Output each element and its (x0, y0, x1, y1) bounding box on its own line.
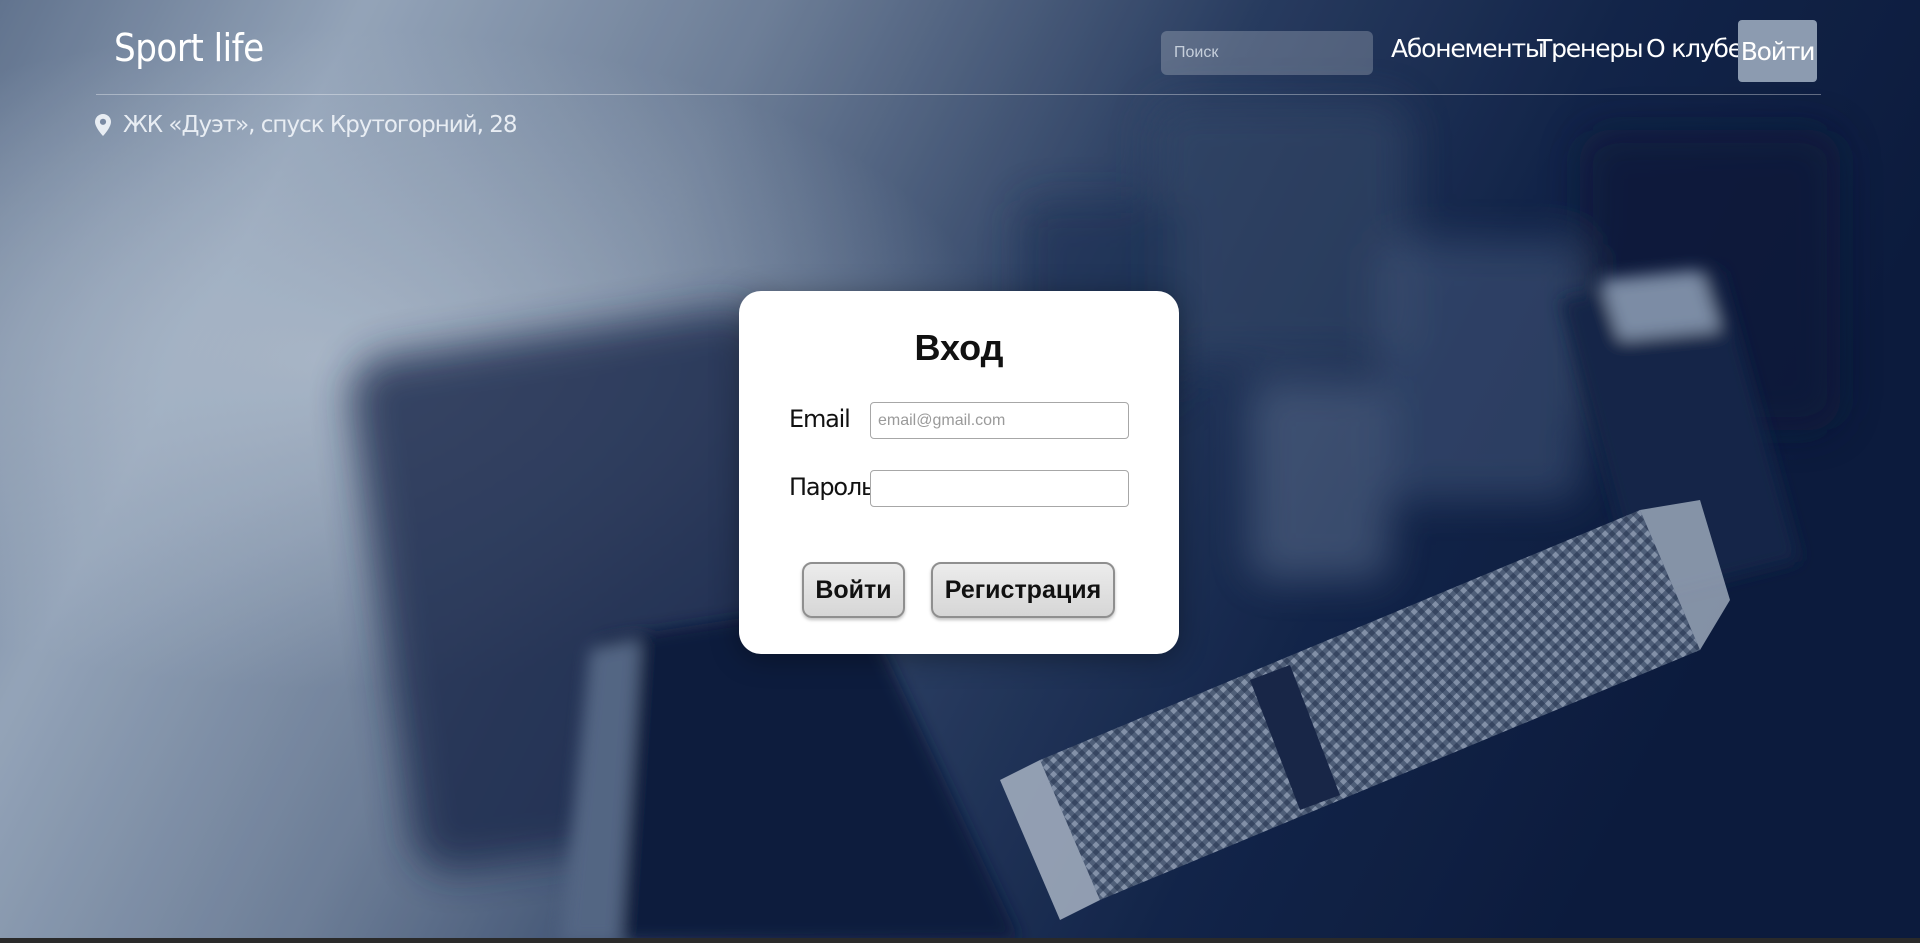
site-header: Sport life Абонементы Тренеры О клубе Во… (0, 0, 1920, 96)
club-address: ЖК «Дуэт», спуск Крутогорний, 28 (95, 112, 518, 138)
nav-link-trainers[interactable]: Тренеры (1537, 34, 1644, 63)
map-pin-icon (95, 114, 111, 136)
email-field[interactable] (870, 402, 1129, 439)
login-card: Вход Email Пароль Войти Регистрация (739, 291, 1179, 654)
login-submit-button[interactable]: Войти (802, 562, 905, 618)
header-divider (96, 94, 1821, 95)
nav-link-subscriptions[interactable]: Абонементы (1391, 34, 1545, 63)
nav-login-button[interactable]: Войти (1738, 20, 1817, 82)
password-label: Пароль (789, 473, 875, 501)
login-title: Вход (914, 327, 1004, 368)
nav-link-about[interactable]: О клубе (1646, 34, 1743, 63)
register-button[interactable]: Регистрация (931, 562, 1115, 618)
password-field[interactable] (870, 470, 1129, 507)
email-label: Email (789, 405, 851, 433)
bottom-edge (0, 938, 1920, 943)
main-nav: Абонементы Тренеры О клубе (0, 34, 1920, 70)
address-text: ЖК «Дуэт», спуск Крутогорний, 28 (123, 112, 518, 138)
